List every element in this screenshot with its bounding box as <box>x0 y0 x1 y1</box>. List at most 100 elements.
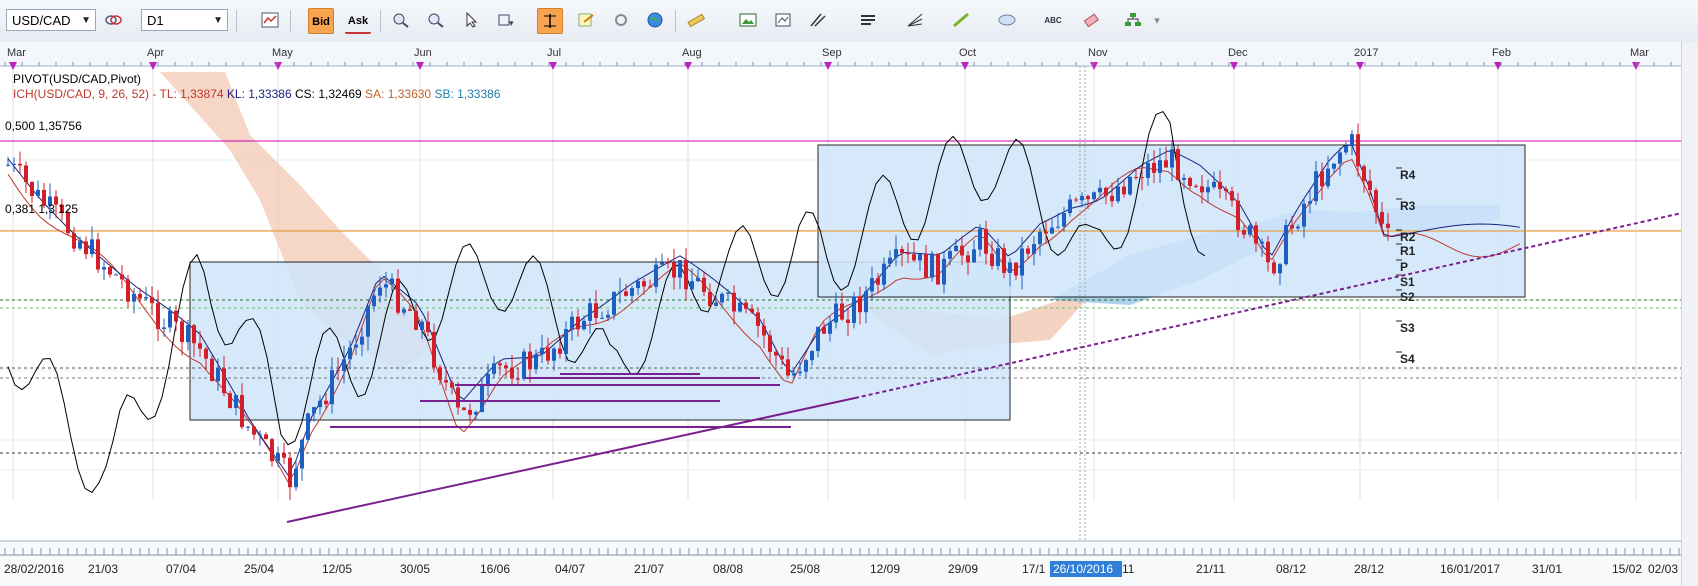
date-label: 16/01/2017 <box>1440 562 1500 576</box>
candle-body <box>1008 262 1012 273</box>
ruler-button[interactable] <box>683 8 709 34</box>
pivot-label-s1: S1 <box>1400 275 1415 289</box>
candle-body <box>342 359 346 371</box>
zoom-in-button[interactable] <box>388 8 414 34</box>
candle-body <box>1200 186 1204 193</box>
candle-body <box>534 354 538 370</box>
candle-body <box>180 321 184 343</box>
screenshot-button[interactable] <box>735 8 761 34</box>
text-button[interactable]: ABC <box>1040 8 1066 34</box>
candle-body <box>720 293 724 303</box>
candle-body <box>846 319 850 323</box>
candle-body <box>1104 187 1108 196</box>
zoom-out-button[interactable] <box>423 8 449 34</box>
candle-body <box>24 165 28 183</box>
candle-body <box>696 277 700 282</box>
candle-body <box>174 310 178 322</box>
date-label: 31/01 <box>1532 562 1562 576</box>
month-label: 2017 <box>1354 47 1378 59</box>
candle-body <box>258 434 262 436</box>
candle-body <box>402 309 406 313</box>
candle-body <box>756 312 760 326</box>
candle-body <box>1092 192 1096 200</box>
candle-body <box>1350 134 1354 147</box>
candle-body <box>246 426 250 428</box>
candle-body <box>1134 176 1138 178</box>
svg-text:▾: ▾ <box>509 18 514 28</box>
zoom-out-icon <box>428 13 444 28</box>
candle-body <box>384 284 388 288</box>
month-label: Apr <box>147 47 164 59</box>
bid-button[interactable]: Bid <box>308 8 334 34</box>
timeframe-select[interactable]: D1 ▼ <box>141 9 228 31</box>
price-chart[interactable]: Mar Apr May Jun Jul Aug Sep Oct Nov Dec 2017 Feb Mar… <box>0 42 1682 586</box>
senkou-b-value: SB: 1,33386 <box>434 87 501 101</box>
candle-body <box>960 245 964 256</box>
candle-body <box>240 395 244 428</box>
note-icon <box>578 13 594 27</box>
candle-body <box>96 239 100 270</box>
candle-body <box>564 329 568 354</box>
candle-body <box>168 310 172 328</box>
note-button[interactable] <box>573 8 599 34</box>
candle-body <box>1296 226 1300 229</box>
candle-body <box>972 249 976 263</box>
objects-tree-button[interactable] <box>1120 8 1146 34</box>
candle-body <box>630 288 634 296</box>
candle-body <box>954 245 958 252</box>
crosshair-button[interactable] <box>537 8 563 34</box>
candle-body <box>1290 225 1294 229</box>
ask-button[interactable]: Ask <box>345 8 371 34</box>
candle-body <box>780 355 784 360</box>
trendline-button[interactable] <box>948 8 974 34</box>
candle-body <box>150 297 154 304</box>
candle-body <box>456 387 460 408</box>
candle-body <box>1236 200 1240 231</box>
date-label: 25/04 <box>244 562 274 576</box>
month-label: Oct <box>959 47 976 59</box>
globe-button[interactable] <box>642 8 668 34</box>
fib-500-label: 0,500 1,35756 <box>5 119 82 133</box>
date-label: 15/02 <box>1612 562 1642 576</box>
candle-body <box>750 308 754 313</box>
fan-button[interactable] <box>902 8 928 34</box>
symbol-select[interactable]: USD/CAD ▼ <box>6 9 96 31</box>
candle-body <box>834 303 838 323</box>
candle-body <box>318 400 322 408</box>
date-label: 12/09 <box>870 562 900 576</box>
tree-icon <box>1125 13 1141 26</box>
candle-body <box>936 253 940 285</box>
refresh-button[interactable] <box>608 8 634 34</box>
cursor-button[interactable] <box>458 8 484 34</box>
eraser-button[interactable] <box>1078 8 1104 34</box>
candle-body <box>1002 248 1006 273</box>
candle-body <box>504 365 508 369</box>
candle-body <box>678 260 682 278</box>
candle-body <box>132 293 136 302</box>
link-icon <box>105 15 122 25</box>
candle-body <box>156 303 160 330</box>
ellipse-button[interactable] <box>994 8 1020 34</box>
toolbar-overflow-button[interactable]: ▾ <box>1150 8 1164 34</box>
draw-lines-button[interactable] <box>805 8 831 34</box>
candle-body <box>1362 166 1366 181</box>
hlines-button[interactable] <box>855 8 881 34</box>
candle-body <box>528 351 532 370</box>
candle-body <box>870 278 874 292</box>
template-button[interactable] <box>770 8 796 34</box>
candle-body <box>1284 225 1288 265</box>
month-label: Jul <box>547 47 561 59</box>
candle-body <box>84 241 88 255</box>
candle-body <box>120 274 124 280</box>
link-symbol-button[interactable] <box>100 8 126 34</box>
date-label: 12/05 <box>322 562 352 576</box>
indicators-button[interactable]: ▾ <box>493 8 519 34</box>
candle-body <box>1254 225 1258 244</box>
candle-body <box>888 257 892 264</box>
crosshair-date-label: 26/10/2016 <box>1053 562 1113 576</box>
vertical-scrollbar[interactable] <box>1681 42 1698 586</box>
chart-type-button[interactable] <box>257 8 283 34</box>
candle-body <box>798 371 802 374</box>
candle-body <box>270 439 274 462</box>
candle-body <box>714 302 718 306</box>
